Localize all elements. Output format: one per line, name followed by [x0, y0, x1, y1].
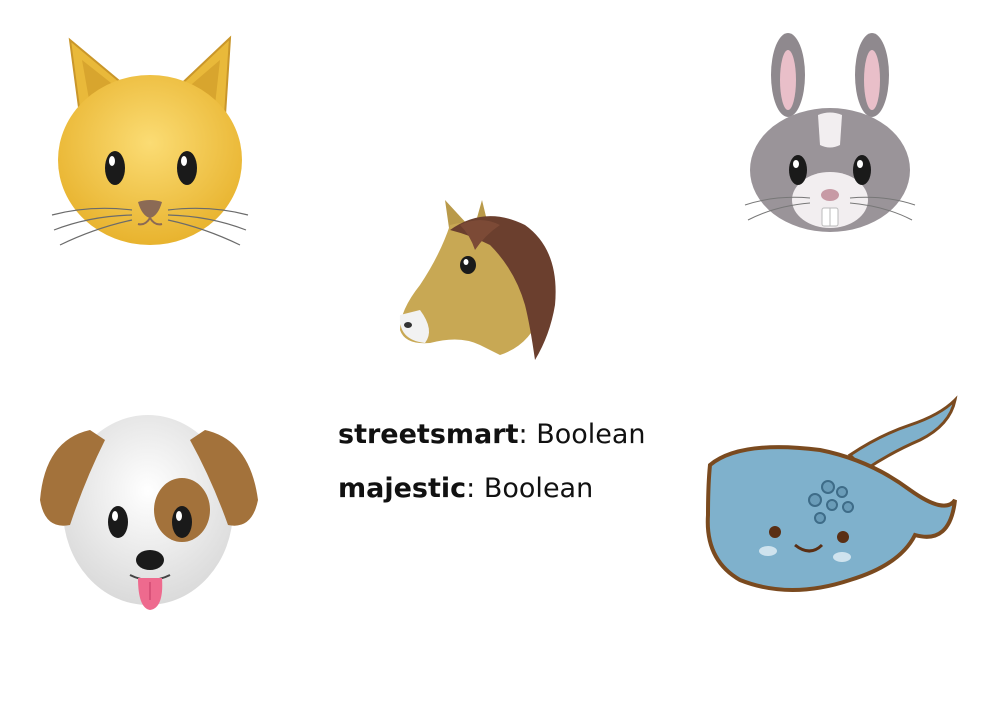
dog-face-icon: [30, 410, 265, 620]
stingray-icon: [700, 395, 965, 605]
property-majestic: majestic: Boolean: [338, 462, 646, 516]
property-list: streetsmart: Boolean majestic: Boolean: [338, 408, 646, 516]
cat-face-icon: [40, 30, 260, 260]
property-streetsmart: streetsmart: Boolean: [338, 408, 646, 462]
property-name: majestic: [338, 473, 467, 504]
horse-face-icon: [390, 195, 570, 365]
rabbit-face-icon: [740, 30, 920, 240]
property-type: Boolean: [483, 473, 594, 504]
property-separator: :: [518, 419, 528, 450]
property-separator: :: [466, 473, 476, 504]
property-name: streetsmart: [338, 419, 519, 450]
property-type: Boolean: [536, 419, 646, 450]
